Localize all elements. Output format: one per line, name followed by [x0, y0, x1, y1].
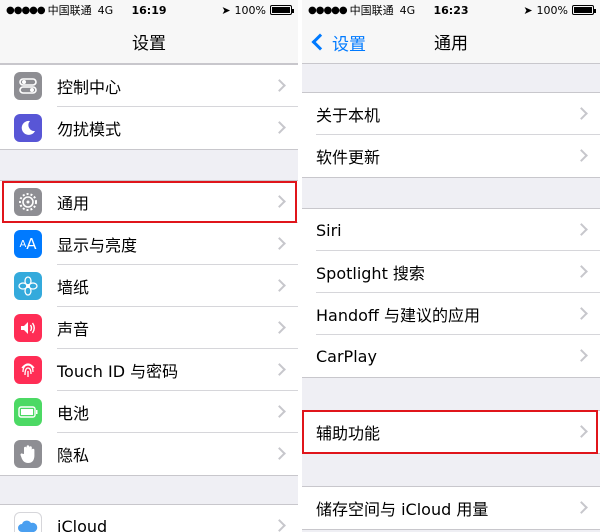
fingerprint-icon	[14, 356, 42, 384]
settings-group-2: 通用 AA 显示与亮度 墙纸 声音 Touch ID 与密码 电池 隐私	[0, 180, 298, 476]
location-icon: ➤	[221, 3, 231, 17]
general-group-2: Siri Spotlight 搜索 Handoff 与建议的应用 CarPlay	[302, 208, 600, 378]
battery-icon	[270, 5, 294, 15]
page-title: 设置	[132, 34, 166, 54]
general-item-software-update[interactable]: 软件更新	[302, 135, 600, 177]
chevron-right-icon	[273, 279, 286, 292]
chevron-right-icon	[273, 519, 286, 532]
gear-icon	[14, 188, 42, 216]
settings-item-label: 显示与亮度	[57, 236, 138, 255]
status-bar: ●●●●● 中国联通 4G 16:19 ➤ 100%	[0, 0, 298, 20]
chevron-right-icon	[575, 149, 588, 162]
general-item-handoff[interactable]: Handoff 与建议的应用	[302, 293, 600, 335]
page-title: 通用	[434, 34, 468, 54]
location-icon: ➤	[523, 3, 533, 17]
general-item-label: Handoff 与建议的应用	[316, 306, 481, 325]
chevron-left-icon	[311, 33, 329, 51]
settings-item-do-not-disturb[interactable]: 勿扰模式	[0, 107, 298, 149]
general-screen: ●●●●● 中国联通 4G 16:23 ➤ 100% 设置 通用 关于本机 软件…	[302, 0, 600, 532]
moon-icon	[14, 114, 42, 142]
carrier-label: 中国联通	[349, 4, 394, 17]
status-bar: ●●●●● 中国联通 4G 16:23 ➤ 100%	[302, 0, 600, 20]
settings-item-label: 墙纸	[57, 278, 90, 297]
chevron-right-icon	[273, 195, 286, 208]
chevron-right-icon	[273, 121, 286, 134]
general-item-label: 软件更新	[316, 148, 381, 167]
chevron-right-icon	[273, 321, 286, 334]
network-label: 4G	[399, 3, 416, 17]
general-item-spotlight[interactable]: Spotlight 搜索	[302, 251, 600, 293]
settings-item-sounds[interactable]: 声音	[0, 307, 298, 349]
general-item-carplay[interactable]: CarPlay	[302, 335, 600, 377]
chevron-right-icon	[575, 223, 588, 236]
settings-item-label: 电池	[57, 404, 90, 423]
settings-item-label: 勿扰模式	[57, 120, 122, 139]
settings-item-label: Touch ID 与密码	[57, 362, 179, 381]
nav-bar: 设置 通用	[302, 20, 600, 64]
chevron-right-icon	[575, 501, 588, 514]
chevron-right-icon	[575, 307, 588, 320]
chevron-right-icon	[273, 447, 286, 460]
back-label: 设置	[332, 34, 366, 55]
settings-item-label: 通用	[57, 194, 90, 213]
settings-item-icloud[interactable]: iCloud	[0, 505, 298, 532]
general-item-storage[interactable]: 储存空间与 iCloud 用量	[302, 487, 600, 529]
settings-item-touch-id[interactable]: Touch ID 与密码	[0, 349, 298, 391]
settings-item-battery[interactable]: 电池	[0, 391, 298, 433]
carrier-label: 中国联通	[47, 4, 92, 17]
general-group-3: 辅助功能	[302, 410, 600, 454]
settings-item-label: 控制中心	[57, 78, 122, 97]
signal-icon: ●●●●●	[6, 4, 46, 16]
settings-item-privacy[interactable]: 隐私	[0, 433, 298, 475]
settings-group-1: 控制中心 勿扰模式	[0, 64, 298, 150]
chevron-right-icon	[273, 405, 286, 418]
general-item-accessibility[interactable]: 辅助功能	[302, 411, 600, 453]
chevron-right-icon	[273, 79, 286, 92]
settings-group-3: iCloud	[0, 504, 298, 532]
back-button[interactable]: 设置	[308, 20, 366, 64]
hand-icon	[14, 440, 42, 468]
signal-icon: ●●●●●	[308, 4, 348, 16]
general-item-label: Spotlight 搜索	[316, 264, 425, 283]
general-item-about[interactable]: 关于本机	[302, 93, 600, 135]
settings-item-label: iCloud	[57, 516, 108, 532]
chevron-right-icon	[575, 265, 588, 278]
settings-item-label: 声音	[57, 320, 90, 339]
flower-icon	[14, 272, 42, 300]
general-item-label: 辅助功能	[316, 424, 381, 443]
general-item-label: Siri	[316, 220, 342, 240]
cloud-icon	[14, 512, 42, 532]
battery-icon	[572, 5, 596, 15]
chevron-right-icon	[273, 237, 286, 250]
general-item-label: CarPlay	[316, 346, 377, 366]
chevron-right-icon	[575, 425, 588, 438]
chevron-right-icon	[575, 107, 588, 120]
settings-item-label: 隐私	[57, 446, 90, 465]
text-size-icon: AA	[14, 230, 42, 258]
chevron-right-icon	[575, 349, 588, 362]
speaker-icon	[14, 314, 42, 342]
battery-percent: 100%	[234, 3, 266, 17]
network-label: 4G	[97, 3, 114, 17]
general-item-label: 储存空间与 iCloud 用量	[316, 500, 489, 519]
control-center-icon	[14, 72, 42, 100]
settings-screen: ●●●●● 中国联通 4G 16:19 ➤ 100% 设置 控制中心 勿扰模式	[0, 0, 298, 532]
general-item-siri[interactable]: Siri	[302, 209, 600, 251]
settings-item-wallpaper[interactable]: 墙纸	[0, 265, 298, 307]
general-item-label: 关于本机	[316, 106, 381, 125]
battery-icon	[14, 398, 42, 426]
settings-item-display[interactable]: AA 显示与亮度	[0, 223, 298, 265]
settings-item-general[interactable]: 通用	[0, 181, 298, 223]
general-group-4: 储存空间与 iCloud 用量	[302, 486, 600, 530]
settings-item-control-center[interactable]: 控制中心	[0, 65, 298, 107]
general-group-1: 关于本机 软件更新	[302, 92, 600, 178]
nav-bar: 设置	[0, 20, 298, 64]
battery-percent: 100%	[536, 3, 568, 17]
chevron-right-icon	[273, 363, 286, 376]
